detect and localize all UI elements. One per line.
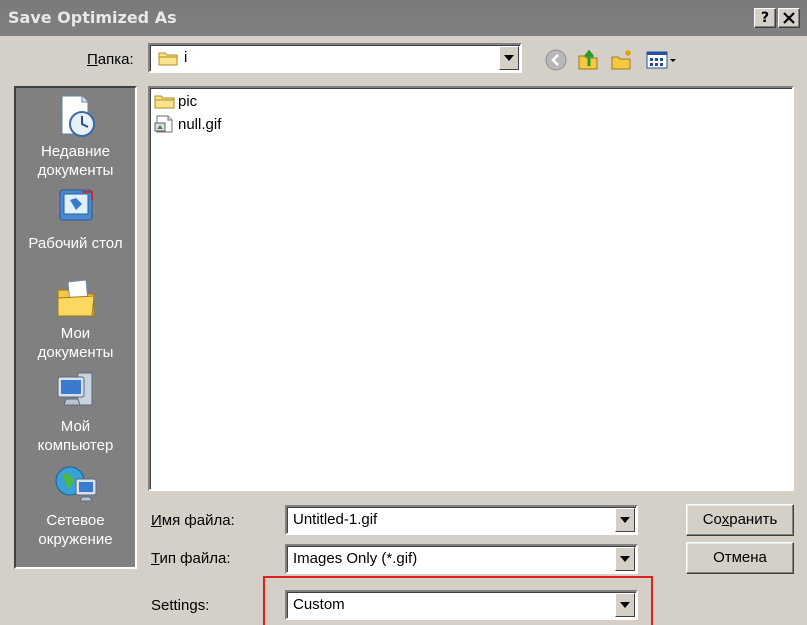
- place-label: Мой: [60, 418, 91, 435]
- place-recent-documents[interactable]: Недавние документы: [16, 94, 135, 180]
- filename-label: Имя файла:: [151, 512, 235, 529]
- folder-icon: [158, 52, 178, 66]
- folder-dropdown-button[interactable]: [499, 46, 519, 70]
- place-label: Сетевое: [46, 512, 105, 529]
- new-folder-icon: [611, 50, 631, 70]
- back-button[interactable]: [542, 47, 570, 73]
- filetype-dropdown-button[interactable]: [615, 547, 635, 571]
- place-desktop[interactable]: Рабочий стол: [16, 186, 135, 253]
- place-label: окружение: [38, 531, 113, 548]
- place-label: Недавние: [41, 143, 110, 160]
- folder-combo[interactable]: i: [148, 43, 522, 73]
- chevron-down-icon: [620, 517, 630, 523]
- view-menu-icon: [646, 51, 676, 69]
- recent-documents-icon: [61, 95, 95, 137]
- file-name: pic: [178, 92, 198, 110]
- close-button[interactable]: [778, 8, 800, 28]
- chevron-down-icon: [504, 55, 514, 61]
- window-title: Save Optimized As: [8, 8, 177, 27]
- place-label: Мои: [60, 325, 91, 342]
- back-icon: [545, 49, 567, 71]
- save-button[interactable]: Сохранить: [686, 504, 794, 536]
- places-bar: Недавние документы Рабочий стол Мои доку…: [14, 86, 137, 569]
- cancel-button[interactable]: Отмена: [686, 542, 794, 574]
- gif-file-icon: [154, 115, 173, 133]
- close-icon: [783, 12, 795, 24]
- chevron-down-icon: [620, 556, 630, 562]
- list-item[interactable]: pic: [154, 91, 197, 111]
- up-folder-button[interactable]: [574, 47, 602, 73]
- title-bar: Save Optimized As ?: [0, 0, 807, 36]
- filename-value: Untitled-1.gif: [293, 511, 378, 528]
- place-label: компьютер: [37, 437, 114, 454]
- place-my-computer[interactable]: Мой компьютер: [16, 369, 135, 455]
- up-folder-icon: [578, 49, 598, 70]
- my-documents-icon: [57, 279, 95, 317]
- folder-icon: [154, 95, 175, 109]
- filetype-value: Images Only (*.gif): [293, 550, 418, 567]
- list-item[interactable]: null.gif: [154, 114, 221, 134]
- filetype-select[interactable]: Images Only (*.gif): [285, 544, 638, 574]
- filetype-label: Тип файла:: [151, 550, 231, 567]
- highlight-box: [263, 576, 653, 625]
- filename-dropdown-button[interactable]: [615, 508, 635, 532]
- view-menu-button[interactable]: [644, 47, 680, 73]
- file-list[interactable]: pic null.gif: [148, 86, 794, 491]
- place-my-documents[interactable]: Мои документы: [16, 276, 135, 362]
- place-label: документы: [37, 344, 114, 361]
- file-name: null.gif: [178, 115, 222, 133]
- settings-label: Settings:: [151, 597, 210, 614]
- help-button[interactable]: ?: [754, 8, 776, 28]
- network-icon: [55, 466, 96, 502]
- new-folder-button[interactable]: [608, 47, 636, 73]
- folder-current: i: [184, 49, 188, 66]
- my-computer-icon: [57, 372, 92, 406]
- folder-label: Папка:: [87, 51, 134, 68]
- place-label: документы: [37, 162, 114, 179]
- desktop-icon: [59, 189, 93, 221]
- filename-input[interactable]: Untitled-1.gif: [285, 505, 638, 535]
- place-network[interactable]: Сетевое окружение: [16, 463, 135, 549]
- place-label: Рабочий стол: [28, 235, 123, 252]
